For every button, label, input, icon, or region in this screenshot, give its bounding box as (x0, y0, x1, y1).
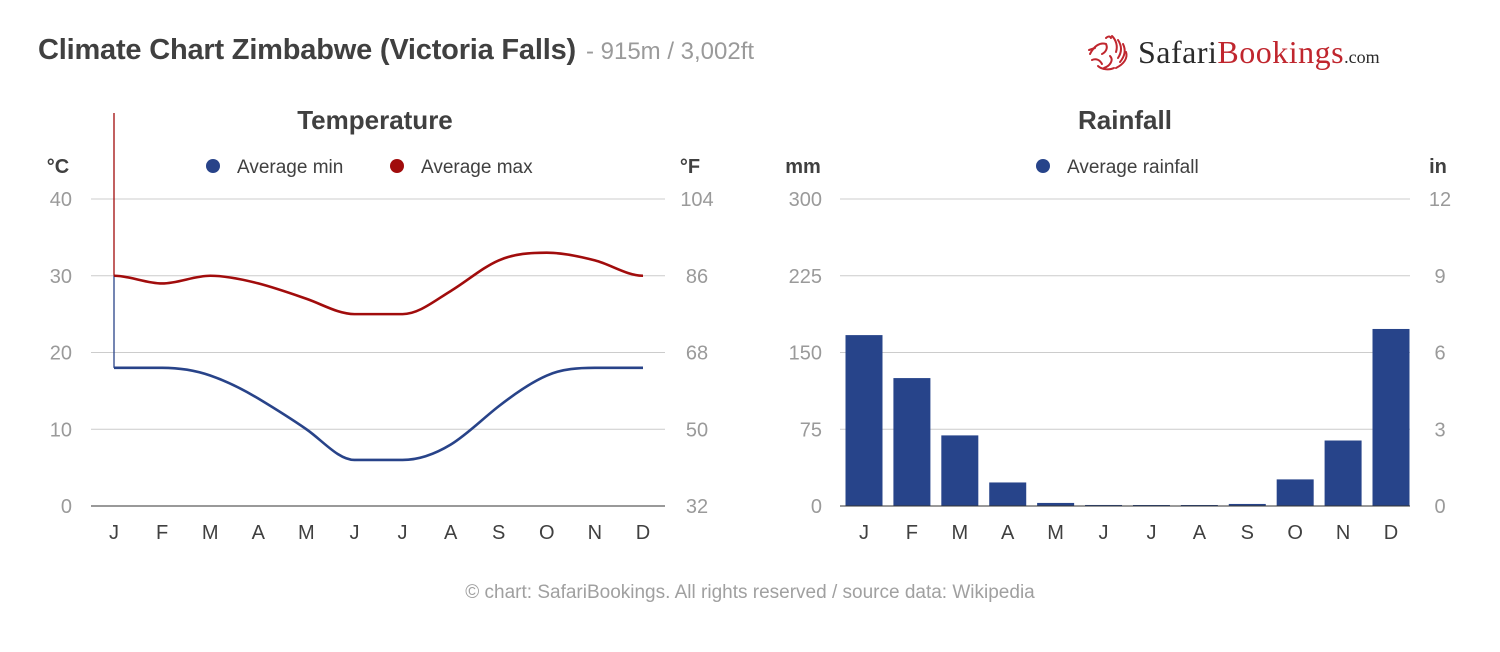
rainfall-bar[interactable] (1324, 440, 1362, 506)
temperature-month-label: O (539, 522, 555, 544)
temperature-legend: Average min Average max (206, 157, 533, 178)
legend-marker-average-rainfall (1036, 159, 1050, 173)
inch-axis-label: in (1429, 156, 1447, 178)
rainfall-left-tick-label: 300 (789, 189, 822, 211)
temperature-right-tick-label: 50 (686, 419, 708, 441)
celsius-axis-label: °C (47, 156, 69, 178)
rainfall-month-label: F (906, 522, 918, 544)
temperature-series (113, 113, 644, 462)
legend-label-average-max[interactable]: Average max (421, 157, 533, 178)
temperature-left-tick-label: 30 (50, 266, 72, 288)
rainfall-right-tick-label: 12 (1429, 189, 1451, 211)
rainfall-month-label: D (1384, 522, 1398, 544)
rainfall-left-tick-label: 75 (800, 419, 822, 441)
temperature-month-label: F (156, 522, 168, 544)
rainfall-month-label: O (1287, 522, 1303, 544)
rainfall-month-label: S (1241, 522, 1254, 544)
temperature-month-label: A (252, 522, 266, 544)
rainfall-right-tick-label: 3 (1434, 419, 1445, 441)
legend-label-average-min[interactable]: Average min (237, 157, 343, 178)
average-min-line[interactable] (114, 366, 643, 462)
rainfall-legend: Average rainfall (1036, 157, 1199, 178)
temperature-right-tick-label: 86 (686, 266, 708, 288)
temperature-chart: Temperature °C °F Average min Average ma… (47, 105, 714, 544)
rainfall-bar[interactable] (989, 482, 1027, 506)
temperature-left-tick-label: 40 (50, 189, 72, 211)
temperature-month-label: D (636, 522, 650, 544)
rainfall-chart-title: Rainfall (1078, 105, 1172, 135)
rainfall-month-labels: JFMAMJJASOND (859, 522, 1398, 544)
temperature-month-label: J (398, 522, 408, 544)
temperature-month-labels: JFMAMJJASOND (109, 522, 650, 544)
climate-charts: Temperature °C °F Average min Average ma… (47, 105, 1451, 544)
rainfall-month-label: A (1193, 522, 1207, 544)
rainfall-left-tick-label: 225 (789, 266, 822, 288)
rainfall-month-label: J (859, 522, 869, 544)
rainfall-month-label: M (951, 522, 968, 544)
legend-marker-average-max (390, 159, 404, 173)
rainfall-right-tick-label: 0 (1434, 496, 1445, 518)
temperature-month-label: J (349, 522, 359, 544)
rainfall-bar[interactable] (1372, 328, 1410, 506)
temperature-month-label: M (202, 522, 219, 544)
rainfall-month-label: N (1336, 522, 1350, 544)
temperature-month-label: S (492, 522, 505, 544)
rainfall-bar[interactable] (845, 335, 883, 506)
temperature-left-tick-label: 20 (50, 343, 72, 365)
temperature-chart-title: Temperature (297, 105, 453, 135)
rainfall-month-label: M (1047, 522, 1064, 544)
temperature-left-tick-label: 0 (61, 496, 72, 518)
rainfall-month-label: J (1099, 522, 1109, 544)
mm-tick-labels: 0 75 150 225 300 (789, 189, 822, 518)
rainfall-month-label: J (1146, 522, 1156, 544)
inch-tick-labels: 0 3 6 9 12 (1429, 189, 1451, 518)
rainfall-bar[interactable] (941, 435, 979, 506)
rainfall-bar[interactable] (1276, 479, 1314, 506)
temperature-month-label: N (588, 522, 602, 544)
fahrenheit-tick-labels: 32 50 68 86 104 (680, 189, 713, 518)
rainfall-left-tick-label: 150 (789, 343, 822, 365)
temperature-right-tick-label: 32 (686, 496, 708, 518)
mm-axis-label: mm (785, 156, 821, 178)
legend-marker-average-min (206, 159, 220, 173)
temperature-month-label: A (444, 522, 458, 544)
rainfall-right-tick-label: 9 (1434, 266, 1445, 288)
temperature-month-label: J (109, 522, 119, 544)
rainfall-right-tick-label: 6 (1434, 343, 1445, 365)
rainfall-left-tick-label: 0 (811, 496, 822, 518)
legend-label-average-rainfall[interactable]: Average rainfall (1067, 157, 1199, 178)
rainfall-chart: Rainfall mm in Average rainfall 0 75 150 22… (785, 105, 1451, 544)
temperature-right-tick-label: 104 (680, 189, 713, 211)
celsius-tick-labels: 0 10 20 30 40 (50, 189, 72, 518)
rainfall-bar[interactable] (893, 378, 931, 506)
average-max-line[interactable] (113, 251, 644, 316)
temperature-left-tick-label: 10 (50, 419, 72, 441)
fahrenheit-axis-label: °F (680, 156, 700, 178)
rainfall-month-label: A (1001, 522, 1015, 544)
temperature-right-tick-label: 68 (686, 343, 708, 365)
temperature-month-label: M (298, 522, 315, 544)
copyright-footer: © chart: SafariBookings. All rights rese… (465, 582, 1035, 603)
rainfall-bars (840, 328, 1410, 507)
